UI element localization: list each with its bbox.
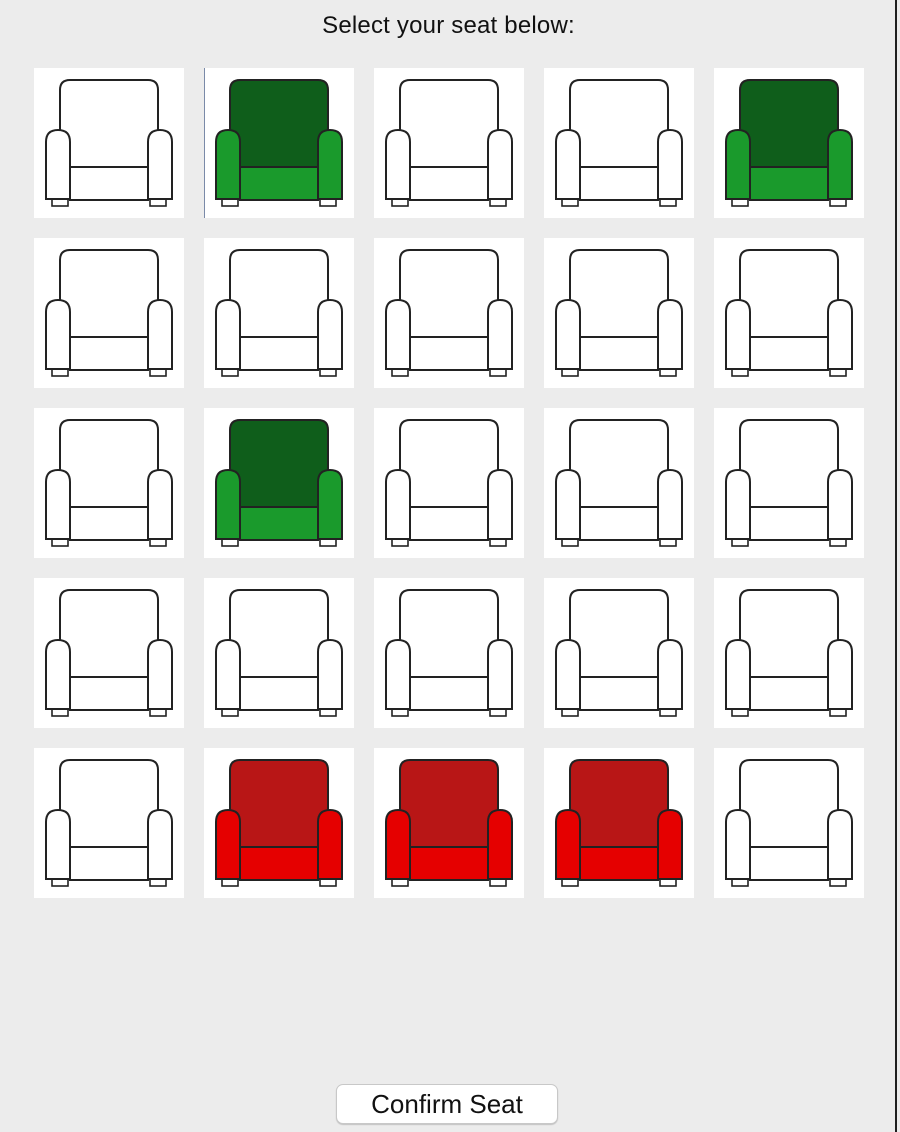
seat-selection-window: Select your seat below: Confirm Seat — [0, 0, 897, 1132]
seat-3-1-available[interactable] — [34, 408, 184, 558]
seat-4-4-available[interactable] — [544, 578, 694, 728]
seat-5-4-occupied — [544, 748, 694, 898]
seat-1-1-available[interactable] — [34, 68, 184, 218]
seat-5-3-occupied — [374, 748, 524, 898]
seat-2-4-available[interactable] — [544, 238, 694, 388]
seat-3-5-available[interactable] — [714, 408, 864, 558]
seat-5-1-available[interactable] — [34, 748, 184, 898]
page-title: Select your seat below: — [322, 12, 575, 39]
seat-1-3-available[interactable] — [374, 68, 524, 218]
confirm-seat-button[interactable]: Confirm Seat — [336, 1084, 558, 1124]
seat-3-3-available[interactable] — [374, 408, 524, 558]
seat-4-2-available[interactable] — [204, 578, 354, 728]
seat-5-2-occupied — [204, 748, 354, 898]
seat-4-3-available[interactable] — [374, 578, 524, 728]
seat-4-5-available[interactable] — [714, 578, 864, 728]
seat-5-5-available[interactable] — [714, 748, 864, 898]
seat-3-4-available[interactable] — [544, 408, 694, 558]
seat-4-1-available[interactable] — [34, 578, 184, 728]
seat-1-5-selected[interactable] — [714, 68, 864, 218]
seat-1-4-available[interactable] — [544, 68, 694, 218]
seat-2-5-available[interactable] — [714, 238, 864, 388]
seat-2-1-available[interactable] — [34, 238, 184, 388]
seat-3-2-selected[interactable] — [204, 408, 354, 558]
seat-2-3-available[interactable] — [374, 238, 524, 388]
seat-2-2-available[interactable] — [204, 238, 354, 388]
seat-grid — [34, 68, 864, 898]
seat-1-2-selected[interactable] — [204, 68, 354, 218]
